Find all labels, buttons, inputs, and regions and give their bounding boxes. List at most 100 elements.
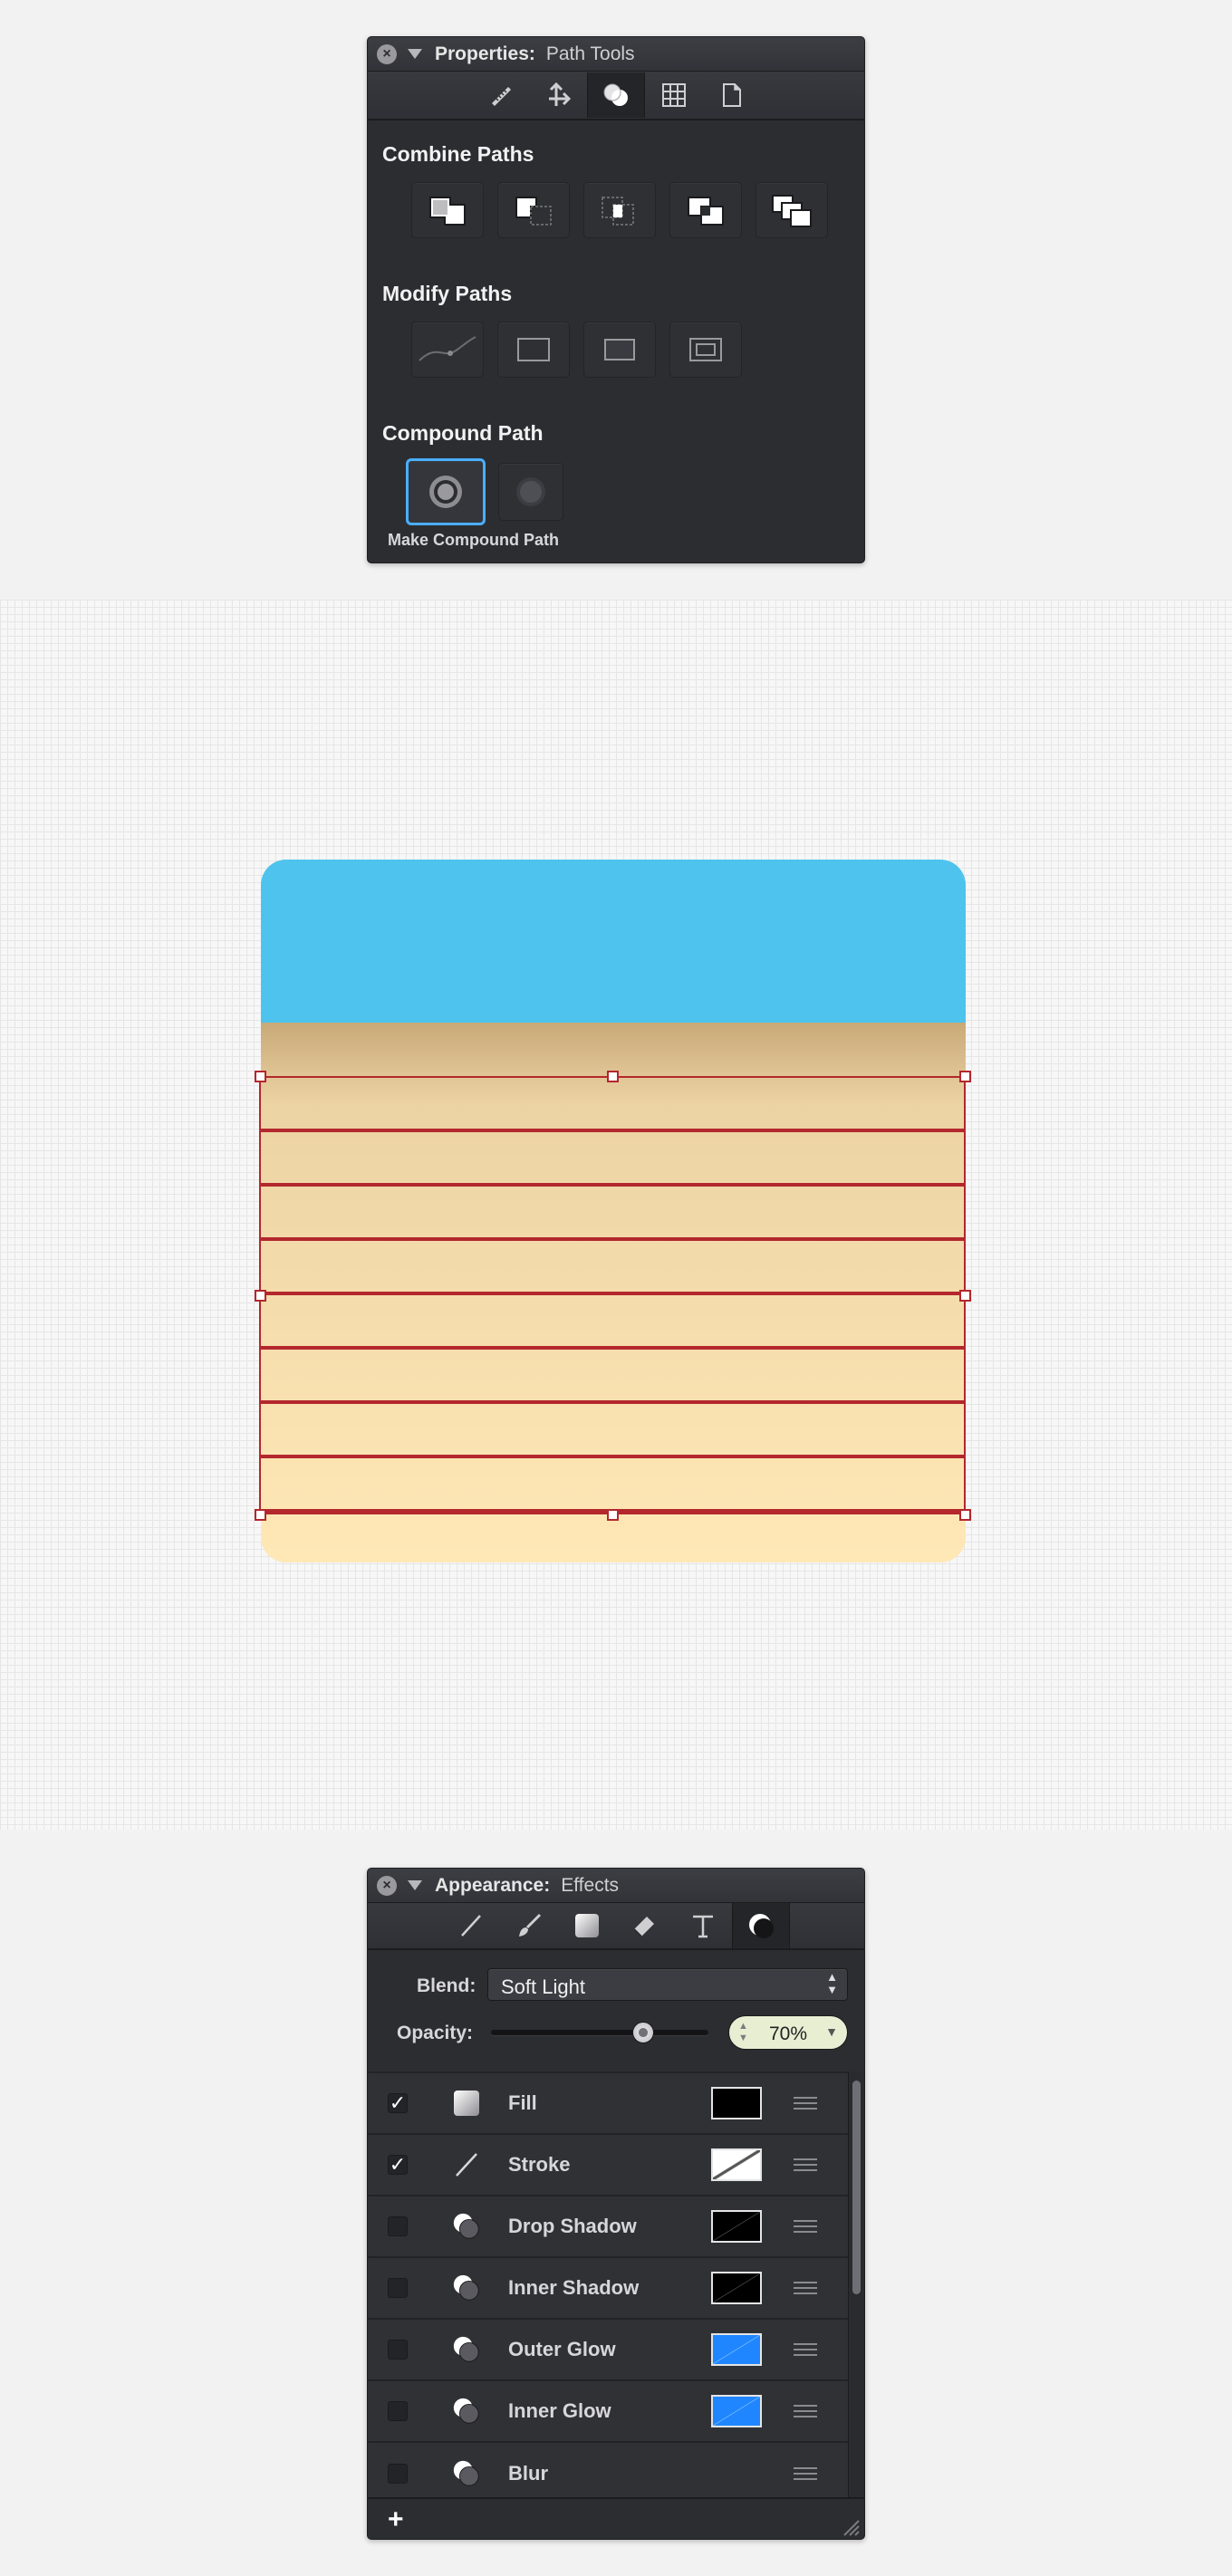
effects-icon[interactable] <box>732 1903 790 1948</box>
effect-row-fill[interactable]: ✓ Fill <box>368 2073 848 2135</box>
panel-subtitle: Effects <box>561 1874 620 1896</box>
path-tools-icon[interactable] <box>587 72 645 118</box>
stroke-icon <box>451 2149 482 2180</box>
grid-icon[interactable] <box>645 72 703 118</box>
blend-value: Soft Light <box>501 1975 585 1998</box>
effect-row-outer-glow[interactable]: Outer Glow <box>368 2320 848 2381</box>
make-compound-path-button[interactable] <box>406 458 486 525</box>
drop-shadow-checkbox[interactable] <box>388 2216 408 2236</box>
chevron-down-icon[interactable]: ▼ <box>825 2024 838 2039</box>
drag-handle-icon[interactable] <box>794 2343 817 2356</box>
opacity-stepper[interactable]: ▲ ▼ 70% ▼ <box>728 2015 848 2050</box>
stripe-line[interactable] <box>261 1292 964 1295</box>
stripe-line[interactable] <box>261 1129 964 1132</box>
transform-icon[interactable] <box>529 72 587 118</box>
selection-handle-top-left[interactable] <box>255 1071 266 1082</box>
close-icon[interactable]: × <box>377 1875 397 1896</box>
ruler-icon[interactable] <box>471 72 529 118</box>
inner-shadow-color-swatch[interactable] <box>711 2272 762 2304</box>
brush-icon[interactable] <box>500 1903 558 1948</box>
effect-row-stroke[interactable]: ✓ Stroke <box>368 2135 848 2196</box>
disclosure-triangle-icon[interactable] <box>408 49 422 59</box>
disclosure-triangle-icon[interactable] <box>408 1880 422 1890</box>
drag-handle-icon[interactable] <box>794 2158 817 2171</box>
drag-handle-icon[interactable] <box>794 2467 817 2480</box>
effect-row-blur[interactable]: Blur <box>368 2443 848 2504</box>
inner-shadow-checkbox[interactable] <box>388 2278 408 2298</box>
selection-handle-bottom-center[interactable] <box>607 1509 619 1521</box>
glow-icon <box>451 2396 482 2427</box>
fill-square-icon[interactable] <box>558 1903 616 1948</box>
effect-row-inner-glow[interactable]: Inner Glow <box>368 2381 848 2443</box>
effects-list: ✓ Fill ✓ Stroke Drop Shadow Inner Shadow <box>368 2071 848 2497</box>
stepper-arrows-icon[interactable]: ▲ ▼ <box>738 2021 748 2044</box>
drag-handle-icon[interactable] <box>794 2282 817 2294</box>
union-button[interactable] <box>411 182 484 238</box>
selection-handle-middle-left[interactable] <box>255 1290 266 1302</box>
intersect-button[interactable] <box>583 182 656 238</box>
inner-glow-color-swatch[interactable] <box>711 2395 762 2427</box>
fill-icon <box>451 2088 482 2119</box>
rectangle-fill-button[interactable] <box>583 322 656 378</box>
effect-label: Blur <box>508 2462 548 2485</box>
subtract-button[interactable] <box>497 182 570 238</box>
opacity-slider-thumb[interactable] <box>632 2022 654 2043</box>
drag-handle-icon[interactable] <box>794 2405 817 2417</box>
release-compound-path-button[interactable] <box>498 463 563 521</box>
selection-handle-top-center[interactable] <box>607 1071 619 1082</box>
effect-label: Fill <box>508 2091 537 2114</box>
stripe-line[interactable] <box>261 1237 964 1241</box>
drag-handle-icon[interactable] <box>794 2220 817 2233</box>
selection-handle-bottom-left[interactable] <box>255 1509 266 1521</box>
selection-handle-top-right[interactable] <box>959 1071 971 1082</box>
effects-scrollbar[interactable] <box>848 2071 864 2497</box>
stripe-selection[interactable] <box>259 1076 966 1514</box>
inner-glow-checkbox[interactable] <box>388 2401 408 2421</box>
resize-grip-icon[interactable] <box>841 2517 861 2537</box>
panel-title: Properties: <box>435 43 535 64</box>
path-curve-button[interactable] <box>411 322 484 378</box>
drawing-canvas[interactable] <box>0 600 1232 1830</box>
stroke-color-swatch[interactable] <box>711 2148 762 2181</box>
outer-glow-color-swatch[interactable] <box>711 2333 762 2366</box>
effect-row-inner-shadow[interactable]: Inner Shadow <box>368 2258 848 2320</box>
stripe-line[interactable] <box>261 1346 964 1350</box>
selection-handle-middle-right[interactable] <box>959 1290 971 1302</box>
effect-label: Inner Shadow <box>508 2276 640 2299</box>
close-icon[interactable]: × <box>377 43 397 64</box>
scrollbar-thumb[interactable] <box>852 2081 861 2294</box>
properties-titlebar: × Properties: Path Tools <box>368 37 864 72</box>
outer-glow-checkbox[interactable] <box>388 2340 408 2360</box>
fill-color-swatch[interactable] <box>711 2087 762 2119</box>
opacity-slider-track[interactable] <box>491 2030 708 2035</box>
add-effect-button[interactable]: + <box>388 2504 404 2535</box>
blend-select[interactable]: Soft Light ▲ ▼ <box>487 1968 848 2001</box>
stroke-checkbox[interactable]: ✓ <box>388 2153 408 2176</box>
text-icon[interactable] <box>674 1903 732 1948</box>
stripe-line[interactable] <box>261 1400 964 1404</box>
document-icon[interactable] <box>703 72 761 118</box>
stripe-line[interactable] <box>261 1183 964 1187</box>
glow-icon <box>451 2334 482 2365</box>
line-tool-icon[interactable] <box>442 1903 500 1948</box>
fill-checkbox[interactable]: ✓ <box>388 2091 408 2114</box>
blend-label: Blend: <box>417 1975 476 1996</box>
drop-shadow-color-swatch[interactable] <box>711 2210 762 2243</box>
stripe-line[interactable] <box>261 1455 964 1458</box>
effect-row-drop-shadow[interactable]: Drop Shadow <box>368 2196 848 2258</box>
divide-button[interactable] <box>756 182 828 238</box>
eraser-icon[interactable] <box>616 1903 674 1948</box>
offset-path-button[interactable] <box>669 322 742 378</box>
opacity-value: 70% <box>769 2023 808 2044</box>
compound-caption: Make Compound Path <box>388 531 560 549</box>
rectangle-outline-button[interactable] <box>497 322 570 378</box>
properties-panel: × Properties: Path Tools Combine Paths M… <box>367 36 865 563</box>
select-arrows-icon: ▲ ▼ <box>826 1970 838 1996</box>
drag-handle-icon[interactable] <box>794 2097 817 2110</box>
appearance-toolbar <box>368 1903 864 1950</box>
shadow-icon <box>451 2211 482 2242</box>
exclude-button[interactable] <box>669 182 742 238</box>
selection-handle-bottom-right[interactable] <box>959 1509 971 1521</box>
blur-checkbox[interactable] <box>388 2464 408 2484</box>
effect-label: Inner Glow <box>508 2399 611 2422</box>
